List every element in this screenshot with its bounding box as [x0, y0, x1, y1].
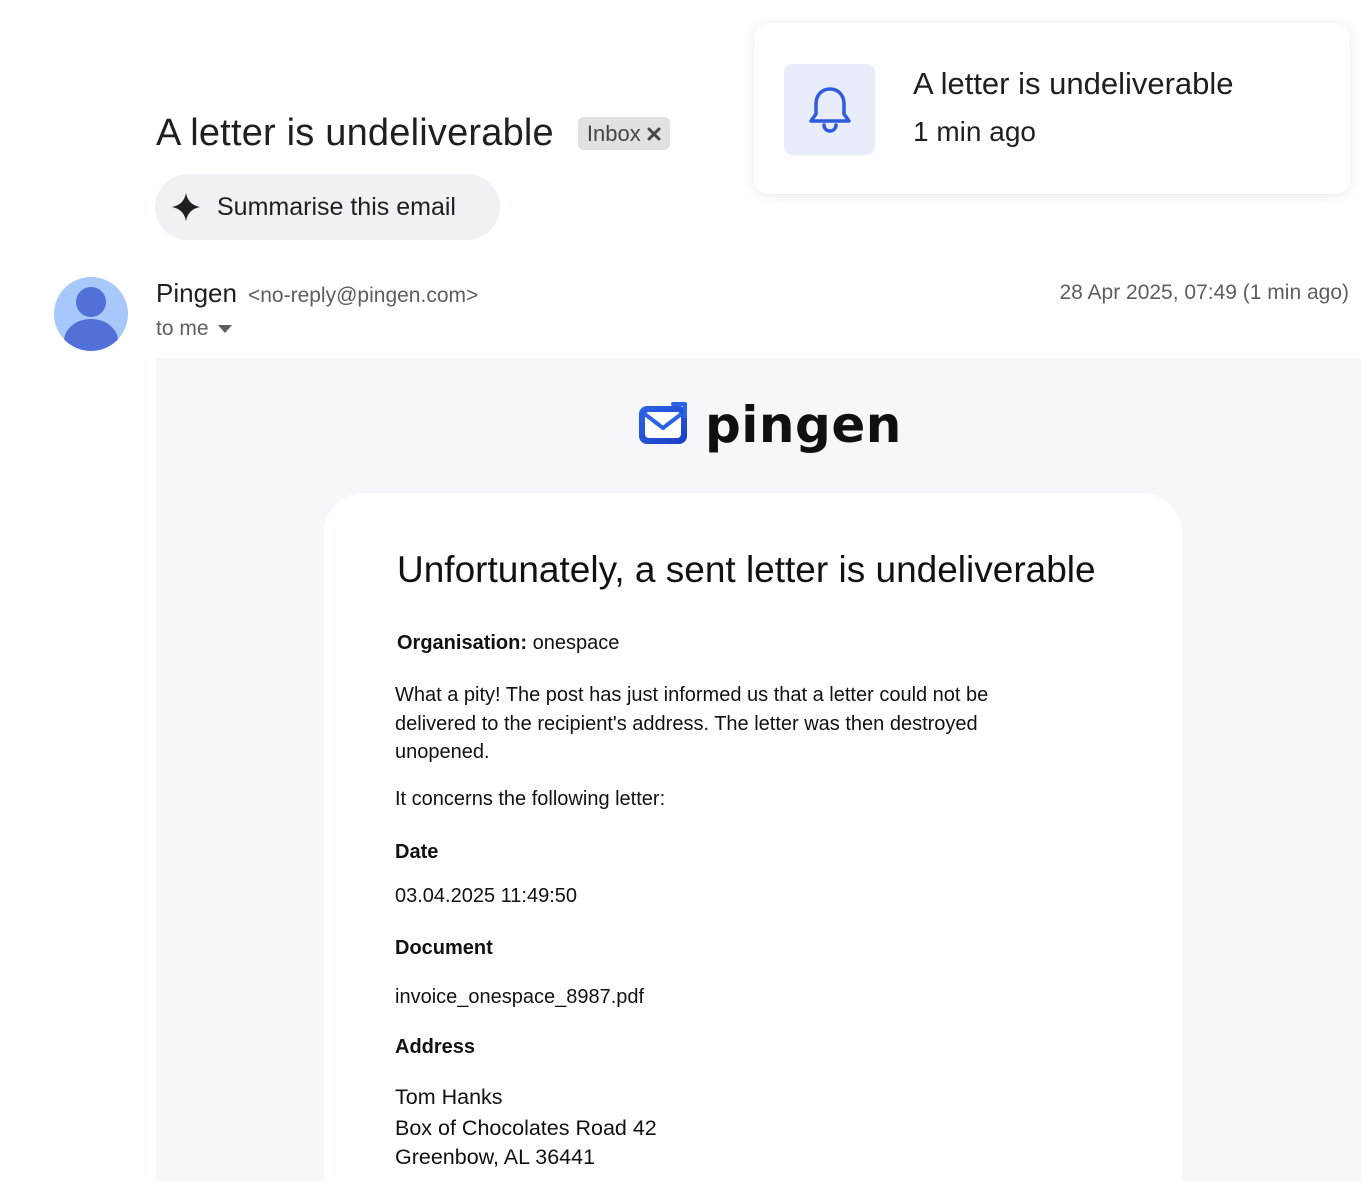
address-line: Tom Hanks [395, 1085, 503, 1109]
address-block: Tom Hanks Box of Chocolates Road 42 Gree… [395, 1083, 657, 1172]
notification-card[interactable]: A letter is undeliverable 1 min ago [754, 23, 1350, 194]
email-date: 28 Apr 2025, 07:49 (1 min ago) [1059, 281, 1349, 304]
address-line: Greenbow, AL 36441 [395, 1145, 596, 1169]
recipient-details-toggle[interactable]: to me [156, 317, 233, 341]
sparkle-icon [171, 192, 201, 222]
document-value: invoice_onespace_8987.pdf [395, 986, 645, 1008]
summarise-email-button[interactable]: Summarise this email [155, 174, 500, 240]
date-value: 03.04.2025 11:49:50 [395, 885, 578, 907]
address-line: Box of Chocolates Road 42 [395, 1116, 657, 1140]
chevron-down-icon[interactable] [217, 324, 233, 334]
notification-time: 1 min ago [913, 116, 1036, 147]
message-card: Unfortunately, a sent letter is undelive… [324, 493, 1182, 1181]
message-paragraph: What a pity! The post has just informed … [395, 684, 989, 763]
organisation-label: Organisation: [397, 632, 528, 654]
document-label: Document [395, 937, 493, 959]
close-icon[interactable] [647, 127, 661, 141]
message-heading: Unfortunately, a sent letter is undelive… [397, 549, 1096, 590]
notification-title: A letter is undeliverable [913, 66, 1234, 101]
summarise-label: Summarise this email [217, 192, 456, 221]
sender-name[interactable]: Pingen [156, 278, 237, 309]
date-label: Date [395, 841, 439, 863]
subject-row: A letter is undeliverable Inbox [156, 112, 670, 155]
email-view: A letter is undeliverable Inbox Summaris… [0, 0, 1361, 1181]
notification-icon-box [784, 64, 875, 155]
pingen-logo: pingen [637, 396, 902, 454]
email-body: pingen Unfortunately, a sent letter is u… [156, 358, 1361, 1181]
avatar[interactable] [54, 277, 128, 351]
email-subject: A letter is undeliverable [156, 112, 554, 154]
logo-text: pingen [705, 396, 902, 454]
organisation-line: Organisation: onespace [397, 632, 619, 655]
address-label: Address [395, 1036, 476, 1058]
envelope-logo-icon [637, 402, 689, 448]
person-icon [64, 287, 118, 351]
sender-email: <no-reply@pingen.com> [247, 284, 479, 307]
sender-line: Pingen <no-reply@pingen.com> [156, 278, 478, 309]
inbox-label-text: Inbox [586, 120, 641, 146]
recipient-label: to me [156, 317, 209, 340]
concerns-text: It concerns the following letter: [395, 788, 666, 810]
bell-icon [807, 85, 853, 135]
inbox-label-chip[interactable]: Inbox [577, 117, 670, 150]
organisation-value: onespace [532, 632, 620, 654]
